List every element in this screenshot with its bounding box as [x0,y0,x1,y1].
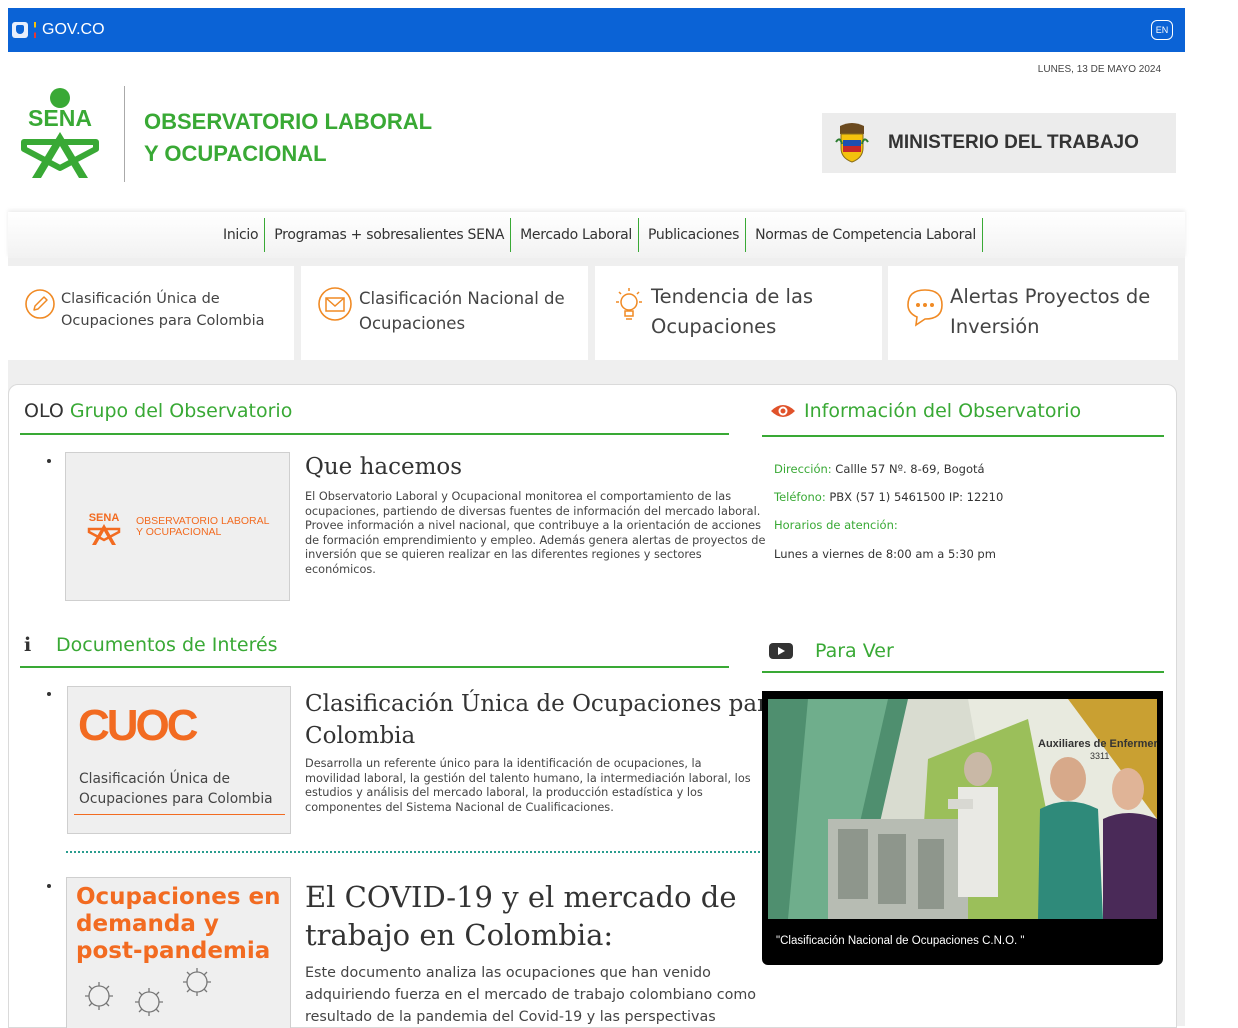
card-alertas-label: Alertas Proyectos de Inversión [950,285,1151,338]
gov-shield-icon [12,22,28,38]
covid-thumb-text: Ocupaciones en demanda y post-pandemia [76,884,281,964]
nav-item-normas[interactable]: Normas de Competencia Laboral [746,218,983,252]
list-bullet [47,459,51,463]
sena-logo-text: SENA [28,105,92,131]
info-hours: Lunes a viernes de 8:00 am a 5:30 pm [774,547,996,561]
main-nav: Inicio Programas + sobresalientes SENA M… [8,212,1185,258]
cuoc-thumb-logo: CUOC [78,701,199,750]
documents-heading: i Documentos de Interés [24,634,278,656]
gov-brand-text: GOV.CO [42,21,105,38]
pencil-icon [25,289,55,319]
observatory-title-line2: Y OCUPACIONAL [144,141,327,166]
info-phone: Teléfono: PBX (57 1) 5461500 IP: 12210 [774,490,1004,504]
lightbulb-icon [616,288,642,320]
observatory-title[interactable]: OBSERVATORIO LABORAL Y OCUPACIONAL [144,106,432,170]
ministry-name: MINISTERIO DEL TRABAJO [888,132,1139,153]
envelope-icon [318,287,352,321]
chat-bubble-icon [907,289,943,327]
card-tendencia[interactable]: Tendencia de las Ocupaciones [595,266,882,360]
card-cno[interactable]: Clasificación Nacional de Ocupaciones [301,266,588,360]
info-i-icon: i [24,634,32,656]
group-article-body: El Observatorio Laboral y Ocupacional mo… [305,490,766,576]
info-address: Dirección: Callle 57 Nº. 8-69, Bogotá [774,462,985,476]
dotted-divider [66,851,760,853]
list-bullet [47,692,51,696]
gov-flag-separator [34,22,36,38]
nav-item-inicio[interactable]: Inicio [214,218,266,252]
observatory-title-line1: OBSERVATORIO LABORAL [144,109,433,134]
info-heading: Información del Observatorio [770,400,1081,422]
cuoc-thumbnail[interactable]: CUOC Clasificación Única de Ocupaciones … [67,686,291,834]
cuoc-article-title[interactable]: Clasificación Única de Ocupaciones para … [305,688,782,752]
group-heading-title: Grupo del Observatorio [69,400,293,422]
covid-article-body: Este documento analiza las ocupaciones q… [305,965,757,1025]
video-scene-image: Auxiliares de Enfermería 3311 [768,699,1157,919]
card-tendencia-label: Tendencia de las Ocupaciones [651,285,814,338]
card-cuoc-label: Clasificación Única de Ocupaciones para C… [61,291,265,329]
virus-icon [85,968,211,1016]
cuoc-article-body: Desarrolla un referente único para la id… [305,757,751,814]
covid-article-title[interactable]: El COVID-19 y el mercado de trabajo en C… [305,878,737,954]
video-overlay-title: Auxiliares de Enfermería [1038,738,1157,750]
video-overlay-code: 3311 [1090,751,1109,761]
header-divider [124,86,125,182]
current-date: LUNES, 13 DE MAYO 2024 [1037,64,1161,75]
play-icon [769,643,793,659]
video-player[interactable]: Auxiliares de Enfermería 3311 "Clasifica… [762,691,1163,965]
covid-thumbnail[interactable]: Ocupaciones en demanda y post-pandemia [66,877,291,1028]
group-heading: OLO Grupo del Observatorio [24,400,292,422]
documents-underline [20,666,729,668]
quick-links: Clasificación Única de Ocupaciones para C… [8,266,1178,360]
video-heading: Para Ver [768,640,894,662]
video-caption: "Clasificación Nacional de Ocupaciones C… [776,935,1025,947]
card-cuoc[interactable]: Clasificación Única de Ocupaciones para C… [8,266,294,360]
sena-small-logo-icon: SENA [87,512,121,545]
info-heading-text: Información del Observatorio [804,400,1082,422]
list-bullet [47,884,51,888]
language-button[interactable]: EN [1151,20,1173,40]
video-thumbnail[interactable]: Auxiliares de Enfermería 3311 [768,699,1157,919]
cuoc-thumb-rule [74,814,285,815]
sena-logo[interactable]: SENA [10,86,110,182]
group-article-title[interactable]: Que hacemos [305,454,462,480]
gov-bar: GOV.CO EN [8,8,1185,52]
ministry-logo[interactable]: MINISTERIO DEL TRABAJO [822,113,1176,173]
nav-item-publicaciones[interactable]: Publicaciones [639,218,747,252]
cuoc-thumb-text: Clasificación Única de Ocupaciones para … [79,771,273,807]
colombia-crest-icon [835,123,869,163]
svg-text:SENA: SENA [89,512,120,524]
nav-item-programas[interactable]: Programas + sobresalientes SENA [265,218,512,252]
video-underline [762,671,1164,673]
card-cno-label: Clasificación Nacional de Ocupaciones [359,289,565,333]
info-hours-label: Horarios de atención: [774,518,898,532]
documents-heading-text: Documentos de Interés [56,634,278,656]
group-thumb-text: OBSERVATORIO LABORAL Y OCUPACIONAL [136,515,270,538]
info-underline [762,435,1164,437]
group-heading-prefix: OLO [24,400,64,422]
gov-brand[interactable]: GOV.CO [12,21,105,39]
eye-icon [771,405,795,417]
group-thumbnail[interactable]: SENA OBSERVATORIO LABORAL Y OCUPACIONAL [65,452,290,601]
group-underline [20,433,729,435]
video-heading-text: Para Ver [815,640,894,662]
card-alertas[interactable]: Alertas Proyectos de Inversión [888,266,1178,360]
nav-item-mercado-laboral[interactable]: Mercado Laboral [511,218,640,252]
